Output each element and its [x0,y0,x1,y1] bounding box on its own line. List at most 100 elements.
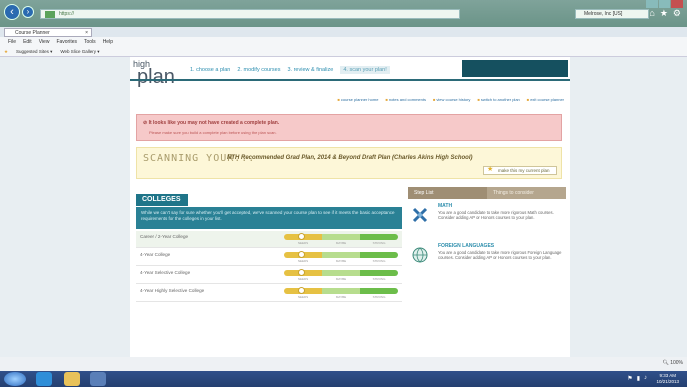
scan-banner: SCANNING YOUR... NTH Recommended Grad Pl… [136,147,562,179]
college-label: 4-Year Selective College [140,270,191,275]
browser-tab[interactable]: Course Planner × [4,28,92,37]
zoom-text: 100% [670,360,683,366]
menu-view[interactable]: View [39,37,50,47]
college-label: Career / 2-Year College [140,234,189,239]
tool-switch-plan[interactable]: switch to another plan [477,97,520,102]
college-row: 4-Year Selective College NEEDS MAYBE STRONG [136,267,402,284]
start-button[interactable] [4,372,26,386]
bar-label: STRONG [372,241,386,245]
maximize-button[interactable] [658,0,671,8]
bar-segment [360,234,398,240]
make-current-plan-button[interactable]: make this my current plan [483,166,557,175]
globe-icon [412,247,428,263]
back-button[interactable]: ‹ [4,4,20,20]
bar-label: STRONG [372,295,386,299]
tray-volume-icon[interactable]: ♪ [644,375,647,382]
settings-gear-icon[interactable]: ⚙ [673,8,681,19]
menu-favorites[interactable]: Favorites [56,37,77,47]
bar-label: NEEDS [297,295,309,299]
site-identity-icon [45,11,55,18]
window-controls [645,0,684,8]
logo-main-text: plan [137,66,175,88]
bar-label: STRONG [372,259,386,263]
tab-close-icon[interactable]: × [85,29,88,37]
college-label: 4-Year Highly Selective College [140,288,205,293]
consider-item-foreign-languages: FOREIGN LANGUAGES You are a good candida… [408,241,566,279]
step-modify-courses[interactable]: 2. modify courses [237,67,280,74]
menu-file[interactable]: File [8,37,16,47]
favorites-star-small-icon: ★ [4,49,9,54]
step-review-finalize[interactable]: 3. review & finalize [287,67,333,74]
system-tray: ⚑ ▮ ♪ [627,375,647,382]
tray-flag-icon[interactable]: ⚑ [627,375,632,382]
menu-edit[interactable]: Edit [23,37,32,47]
colleges-panel: COLLEGES While we can't say for sure whe… [136,194,402,310]
tab-step-list[interactable]: Step List [408,187,487,199]
consider-title: FOREIGN LANGUAGES [438,243,495,249]
bar-labels: NEEDS MAYBE STRONG [284,277,398,281]
alert-title-text: It looks like you may not have created a… [148,120,280,126]
tab-title: Course Planner [15,30,50,36]
bar-segment [360,252,398,258]
step-choose-plan[interactable]: 1. choose a plan [190,67,230,74]
header-divider [130,79,570,81]
bar-labels: NEEDS MAYBE STRONG [284,259,398,263]
bar-label: MAYBE [335,259,347,263]
bar-label: NEEDS [297,277,309,281]
bar-label: STRONG [372,277,386,281]
browser-viewport: high plan 1. choose a plan 2. modify cou… [0,57,687,357]
bar-segment [322,288,360,294]
bar-label: NEEDS [297,259,309,263]
tool-exit-planner[interactable]: exit course planner [527,97,564,102]
consider-text: You are a good candidate to take more ri… [438,250,562,260]
tab-things-to-consider[interactable]: Things to consider [487,187,566,199]
close-window-button[interactable] [671,0,684,8]
bar-segment [322,252,360,258]
taskbar-explorer-icon[interactable] [64,372,80,386]
bar-label: MAYBE [335,241,347,245]
colleges-tab[interactable]: COLLEGES [136,194,188,206]
tool-notes[interactable]: notes and comments [385,97,426,102]
menu-tools[interactable]: Tools [84,37,96,47]
taskbar-ie-icon[interactable] [36,372,52,386]
favorites-star-icon[interactable]: ★ [660,8,668,19]
bar-label: MAYBE [335,295,347,299]
taskbar-clock[interactable]: 9:33 AM 10/21/2013 [656,373,679,385]
consider-item-math: MATH You are a good candidate to take mo… [408,201,566,239]
bar-labels: NEEDS MAYBE STRONG [284,295,398,299]
favorites-bar: ★ Suggested Sites ▾ Web Slice Gallery ▾ [0,47,687,57]
favorite-web-slice[interactable]: Web Slice Gallery ▾ [60,47,99,56]
bar-label: MAYBE [335,277,347,281]
forward-button[interactable]: › [22,6,34,18]
college-row: 4-Year Highly Selective College NEEDS MAYB… [136,285,402,302]
search-box[interactable]: Melrose, Inc [US] [575,9,649,19]
colleges-description: While we can't say for sure whether you'… [136,207,402,229]
search-text: Melrose, Inc [US] [584,11,623,17]
zoom-level[interactable]: 🔍︎ 100% [662,360,683,366]
tray-network-icon[interactable]: ▮ [637,375,640,382]
math-symbols-icon [412,207,428,223]
header-band [462,60,568,77]
step-scan-plan[interactable]: 4. scan your plan! [340,66,390,74]
incomplete-plan-alert: ⊘ It looks like you may not have created… [136,114,562,141]
bar-labels: NEEDS MAYBE STRONG [284,241,398,245]
bar-label: NEEDS [297,241,309,245]
consider-text: You are a good candidate to take more ri… [438,210,554,220]
step-navigation: 1. choose a plan 2. modify courses 3. re… [190,66,390,74]
tool-planner-home[interactable]: course planner home [337,97,379,102]
menu-help[interactable]: Help [103,37,113,47]
address-bar[interactable]: https:// [40,9,460,19]
consider-title: MATH [438,203,453,209]
tool-course-history[interactable]: view course history [433,97,470,102]
scan-plan-name: NTH Recommended Grad Plan, 2014 & Beyond… [227,155,473,161]
minimize-button[interactable] [646,0,658,8]
favorite-suggested-sites[interactable]: Suggested Sites ▾ [16,47,52,56]
status-bar: 🔍︎ 100% [0,357,687,371]
college-row: Career / 2-Year College NEEDS MAYBE STRONG [136,231,402,248]
menu-bar: File Edit View Favorites Tools Help [0,37,687,47]
clock-date: 10/21/2013 [656,379,679,384]
highplan-logo[interactable]: high plan [133,60,175,88]
home-icon[interactable]: ⌂ [649,8,654,19]
taskbar-media-icon[interactable] [90,372,106,386]
college-label: 4-Year College [140,252,171,257]
